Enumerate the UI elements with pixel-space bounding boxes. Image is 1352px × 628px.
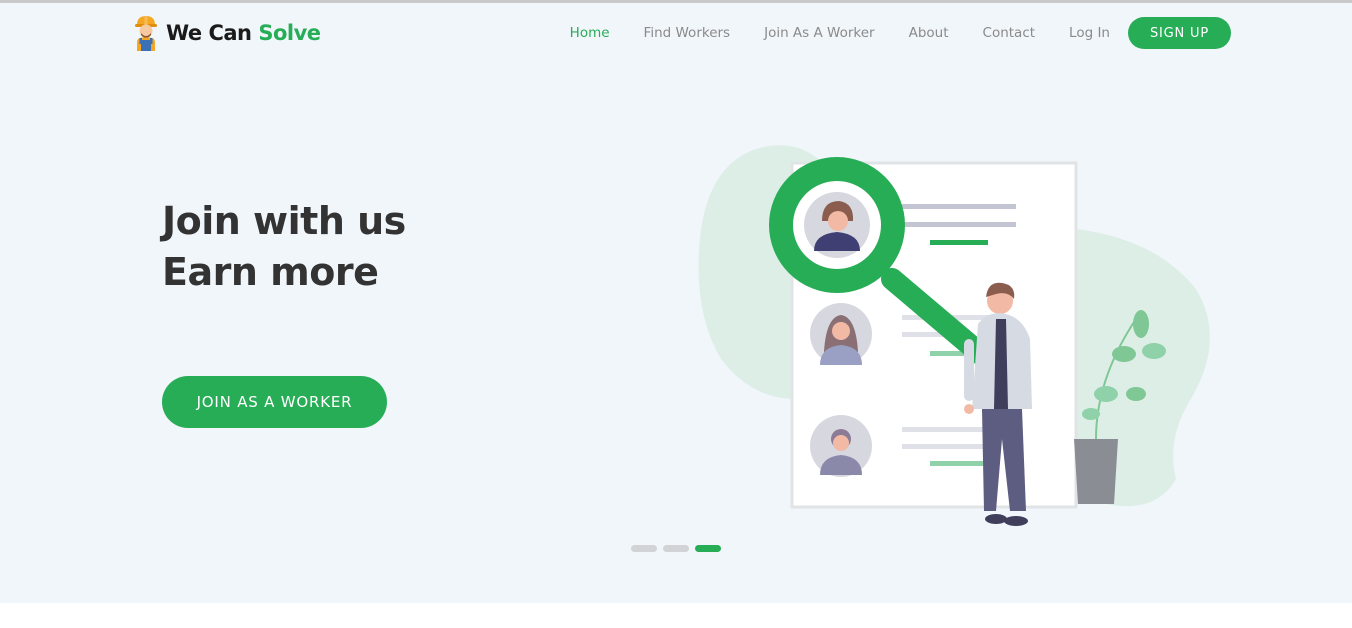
- brand-word-1: We Can: [166, 21, 252, 45]
- carousel-dot-2[interactable]: [663, 545, 689, 552]
- nav-login[interactable]: Log In: [1069, 17, 1110, 49]
- main-nav: Home Find Workers Join As A Worker About…: [536, 17, 1231, 49]
- brand-name: We Can Solve: [166, 21, 321, 45]
- worker-avatar-icon: [135, 16, 157, 51]
- hero-headline-line-2: Earn more: [162, 250, 379, 294]
- next-section: [0, 603, 1352, 628]
- signup-button[interactable]: SIGN UP: [1128, 17, 1231, 49]
- nav-home[interactable]: Home: [570, 17, 610, 49]
- brand-logo[interactable]: We Can Solve: [132, 13, 321, 53]
- hero-section: We Can Solve Home Find Workers Join As A…: [0, 3, 1352, 603]
- brand-word-2: Solve: [258, 21, 321, 45]
- carousel-indicators: [631, 545, 727, 552]
- hero-headline-line-1: Join with us: [162, 199, 406, 243]
- nav-about[interactable]: About: [909, 17, 949, 49]
- hero-headline: Join with us Earn more: [162, 196, 406, 298]
- join-as-worker-button[interactable]: JOIN AS A WORKER: [162, 376, 387, 428]
- carousel-dot-1[interactable]: [631, 545, 657, 552]
- nav-find-workers[interactable]: Find Workers: [644, 17, 731, 49]
- recruitment-magnifier-illustration: [698, 145, 1210, 526]
- carousel-dot-3[interactable]: [695, 545, 721, 552]
- nav-contact[interactable]: Contact: [983, 17, 1036, 49]
- nav-join-as-worker[interactable]: Join As A Worker: [764, 17, 875, 49]
